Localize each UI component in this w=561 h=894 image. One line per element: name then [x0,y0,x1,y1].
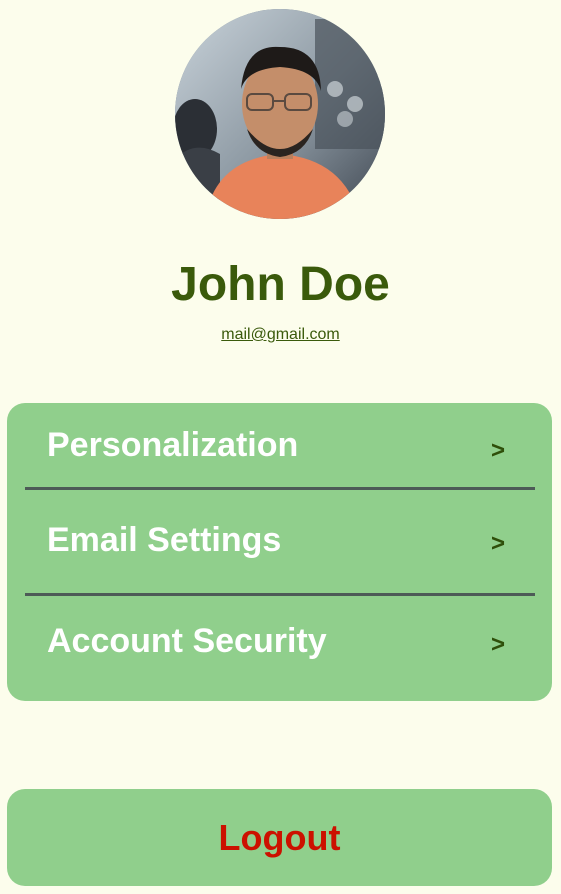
chevron-right-icon: > [490,530,505,557]
profile-email-link[interactable]: mail@gmail.com [0,325,561,345]
menu-item-label: Email Settings [47,521,282,559]
avatar[interactable] [175,9,385,219]
logout-label: Logout [218,817,341,858]
menu-item-label: Account Security [47,622,327,660]
avatar-photo [175,9,385,219]
chevron-right-icon: > [490,437,505,464]
settings-menu: Personalization > Email Settings > Accou… [7,403,552,701]
menu-item-account-security[interactable]: Account Security > [25,596,535,686]
logout-button[interactable]: Logout [7,789,552,886]
profile-name: John Doe [171,258,390,311]
menu-item-email-settings[interactable]: Email Settings > [25,490,535,580]
profile-screen: John Doe mail@gmail.com Personalization … [0,0,561,894]
chevron-right-icon: > [490,631,505,658]
menu-item-personalization[interactable]: Personalization > [25,403,535,493]
menu-item-label: Personalization [47,426,299,464]
